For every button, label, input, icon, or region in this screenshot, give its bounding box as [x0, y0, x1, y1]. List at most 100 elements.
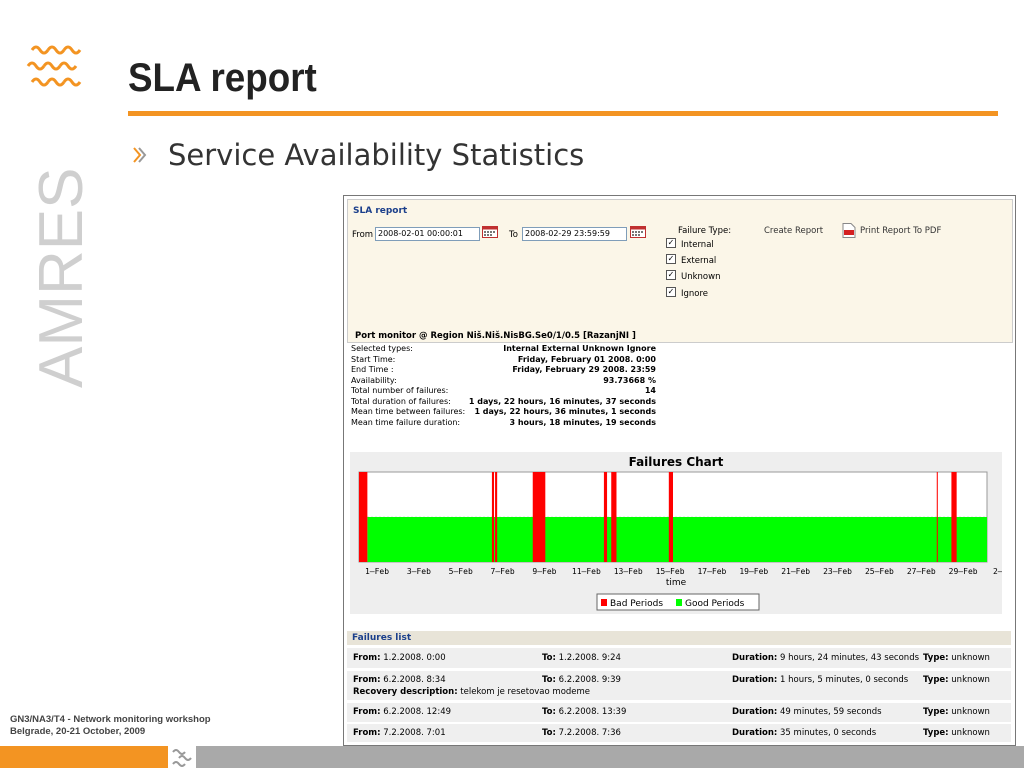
stat-key: Total duration of failures: — [351, 396, 451, 406]
x-tick-label: 13–Feb — [614, 567, 643, 576]
svg-text:AMRES: AMRES — [30, 168, 90, 388]
x-tick-label: 15–Feb — [656, 567, 685, 576]
x-tick-label: 9–Feb — [532, 567, 556, 576]
failure-type: unknown — [951, 653, 990, 663]
checkbox-label-unknown: Unknown — [681, 272, 721, 282]
bullet-arrow-icon — [133, 147, 147, 163]
bad-period-bar — [951, 472, 957, 562]
failures-chart-svg: Failures Chart 1–Feb 3–Feb 5–Feb 7–Feb 9–Feb… — [358, 455, 1015, 611]
pdf-icon[interactable] — [842, 223, 856, 238]
to-key: To: — [542, 728, 556, 738]
stat-value: 1 days, 22 hours, 36 minutes, 1 seconds — [474, 407, 656, 416]
bad-period-bar — [668, 472, 673, 562]
legend-swatch-good — [676, 599, 682, 606]
monitor-title: Port monitor @ Region Niš.Niš.NisBG.Se0/… — [355, 331, 636, 341]
x-tick-label: 11–Feb — [572, 567, 601, 576]
stat-value: 3 hours, 18 minutes, 19 seconds — [509, 417, 656, 427]
bottom-bar — [0, 746, 1024, 768]
x-tick-label: 19–Feb — [739, 567, 768, 576]
bottom-bar-gray — [196, 746, 1024, 768]
duration-key: Duration: — [732, 653, 778, 663]
calendar-icon[interactable] — [482, 226, 498, 238]
recovery-key: Recovery description: — [353, 687, 458, 697]
sla-report-screenshot: SLA report From 2008-02-01 00:00:01 To 2… — [343, 195, 1016, 746]
failure-to: 6.2.2008. 9:39 — [558, 675, 621, 685]
stat-key: Selected types: — [351, 344, 413, 353]
failure-row: From: 6.2.2008. 8:34 To: 6.2.2008. 9:39 … — [347, 671, 1011, 700]
failures-list-title: Failures list — [352, 633, 412, 643]
bad-period-bar — [359, 472, 368, 562]
checkbox-label-ignore: Ignore — [681, 289, 709, 299]
from-label: From — [352, 230, 374, 240]
failure-from: 1.2.2008. 0:00 — [383, 653, 446, 663]
x-tick-label: 5–Feb — [449, 567, 473, 576]
to-label: To — [509, 230, 518, 240]
stat-value: 93.73668 % — [603, 375, 656, 385]
panel-title: SLA report — [353, 206, 408, 216]
checkbox-internal[interactable]: ✓ — [666, 238, 676, 248]
x-tick-label: 2–Mar — [993, 567, 1002, 576]
failure-duration: 9 hours, 24 minutes, 43 seconds — [780, 653, 920, 663]
to-key: To: — [542, 707, 556, 717]
type-key: Type: — [923, 728, 949, 738]
stat-key: Total number of failures: — [351, 386, 449, 395]
checkbox-label-external: External — [681, 256, 717, 266]
failure-type-label: Failure Type: — [678, 226, 732, 236]
from-date-input[interactable]: 2008-02-01 00:00:01 — [375, 227, 480, 241]
checkbox-label-internal: Internal — [681, 240, 714, 250]
x-tick-label: 17–Feb — [697, 567, 726, 576]
type-key: Type: — [923, 653, 949, 663]
x-tick-label: 3–Feb — [407, 567, 431, 576]
failure-to: 7.2.2008. 7:36 — [558, 728, 621, 738]
failure-duration: 35 minutes, 0 seconds — [780, 728, 877, 738]
from-key: From: — [353, 675, 381, 685]
checkbox-ignore[interactable]: ✓ — [666, 287, 676, 297]
stat-key: End Time : — [351, 365, 394, 374]
bad-period-bar — [495, 472, 498, 562]
bad-period-bar — [936, 472, 938, 562]
to-key: To: — [542, 653, 556, 663]
title-rule — [128, 111, 998, 116]
stat-value: Friday, February 29 2008. 23:59 — [512, 365, 656, 374]
amres-mark-icon — [172, 749, 192, 767]
duration-key: Duration: — [732, 675, 778, 685]
x-tick-label: 7–Feb — [491, 567, 515, 576]
failure-to: 1.2.2008. 9:24 — [558, 653, 621, 663]
x-tick-label: 23–Feb — [823, 567, 852, 576]
failure-type: unknown — [951, 728, 990, 738]
from-key: From: — [353, 653, 381, 663]
x-tick-labels: 1–Feb 3–Feb 5–Feb 7–Feb 9–Feb 11–Feb 13–Feb 15–… — [365, 567, 1015, 576]
to-date-input[interactable]: 2008-02-29 23:59:59 — [522, 227, 627, 241]
stat-key: Availability: — [351, 375, 397, 385]
type-key: Type: — [923, 675, 949, 685]
vertical-brand: AMRES — [30, 168, 90, 388]
legend-label-bad: Bad Periods — [610, 599, 663, 609]
legend-swatch-bad — [601, 599, 607, 606]
failure-type: unknown — [951, 675, 990, 685]
print-report-link[interactable]: Print Report To PDF — [860, 226, 941, 236]
stat-key: Start Time: — [351, 354, 396, 364]
stat-value: Internal External Unknown Ignore — [503, 344, 656, 353]
failure-duration: 49 minutes, 59 seconds — [780, 707, 882, 717]
failure-row: From: 6.2.2008. 12:49 To: 6.2.2008. 13:3… — [347, 703, 1011, 722]
x-tick-label: 27–Feb — [907, 567, 936, 576]
failure-type: unknown — [951, 707, 990, 717]
create-report-link[interactable]: Create Report — [764, 226, 823, 236]
bullet-text: Service Availability Statistics — [168, 138, 585, 172]
stat-value: 1 days, 22 hours, 16 minutes, 37 seconds — [468, 396, 656, 406]
bad-period-bar — [603, 472, 608, 562]
good-period-bar — [367, 517, 988, 562]
footer-line-2: Belgrade, 20-21 October, 2009 — [10, 726, 146, 737]
report-form-panel: SLA report From 2008-02-01 00:00:01 To 2… — [347, 199, 1013, 343]
checkbox-unknown[interactable]: ✓ — [666, 270, 676, 280]
bad-period-bar — [491, 472, 495, 562]
x-tick-label: 21–Feb — [781, 567, 810, 576]
bottom-bar-orange — [0, 746, 168, 768]
x-tick-label: 25–Feb — [865, 567, 894, 576]
calendar-icon[interactable] — [630, 226, 646, 238]
from-key: From: — [353, 707, 381, 717]
bad-period-bar — [611, 472, 617, 562]
bad-period-bar — [532, 472, 546, 562]
checkbox-external[interactable]: ✓ — [666, 254, 676, 264]
failure-row: From: 7.2.2008. 7:01 To: 7.2.2008. 7:36 … — [347, 724, 1011, 742]
